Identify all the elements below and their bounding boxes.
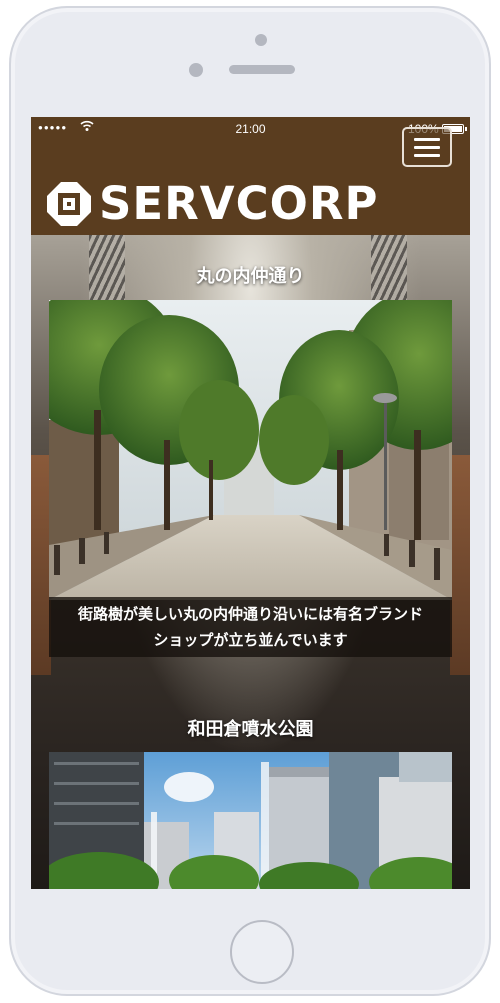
section-caption: 街路樹が美しい丸の内仲通り沿いには有名ブランド ショップが立ち並んでいます	[49, 597, 452, 657]
servcorp-logo-icon	[47, 182, 91, 226]
background-pillar	[450, 455, 470, 675]
section-photo-wadakura	[49, 752, 452, 889]
caption-line: ショップが立ち並んでいます	[153, 631, 348, 649]
caption-line: 街路樹が美しい丸の内仲通り沿いには有名ブランド	[77, 605, 423, 623]
section-photo-marunouchi	[49, 300, 452, 600]
sensor-icon	[189, 63, 203, 77]
background-pillar	[31, 455, 51, 675]
phone-screen: ●●●●● 21:00 100%	[31, 117, 470, 889]
section-title: 和田倉噴水公園	[187, 719, 314, 740]
site-header: SERVCORP	[31, 127, 470, 235]
section-title: 丸の内仲通り	[196, 266, 305, 287]
camera-icon	[255, 34, 267, 46]
hamburger-icon	[414, 137, 440, 157]
speaker-icon	[229, 65, 295, 74]
brand-name: SERVCORP	[99, 177, 379, 230]
site-logo[interactable]: SERVCORP	[47, 179, 379, 229]
menu-button[interactable]	[402, 127, 452, 167]
home-button[interactable]	[230, 920, 294, 984]
